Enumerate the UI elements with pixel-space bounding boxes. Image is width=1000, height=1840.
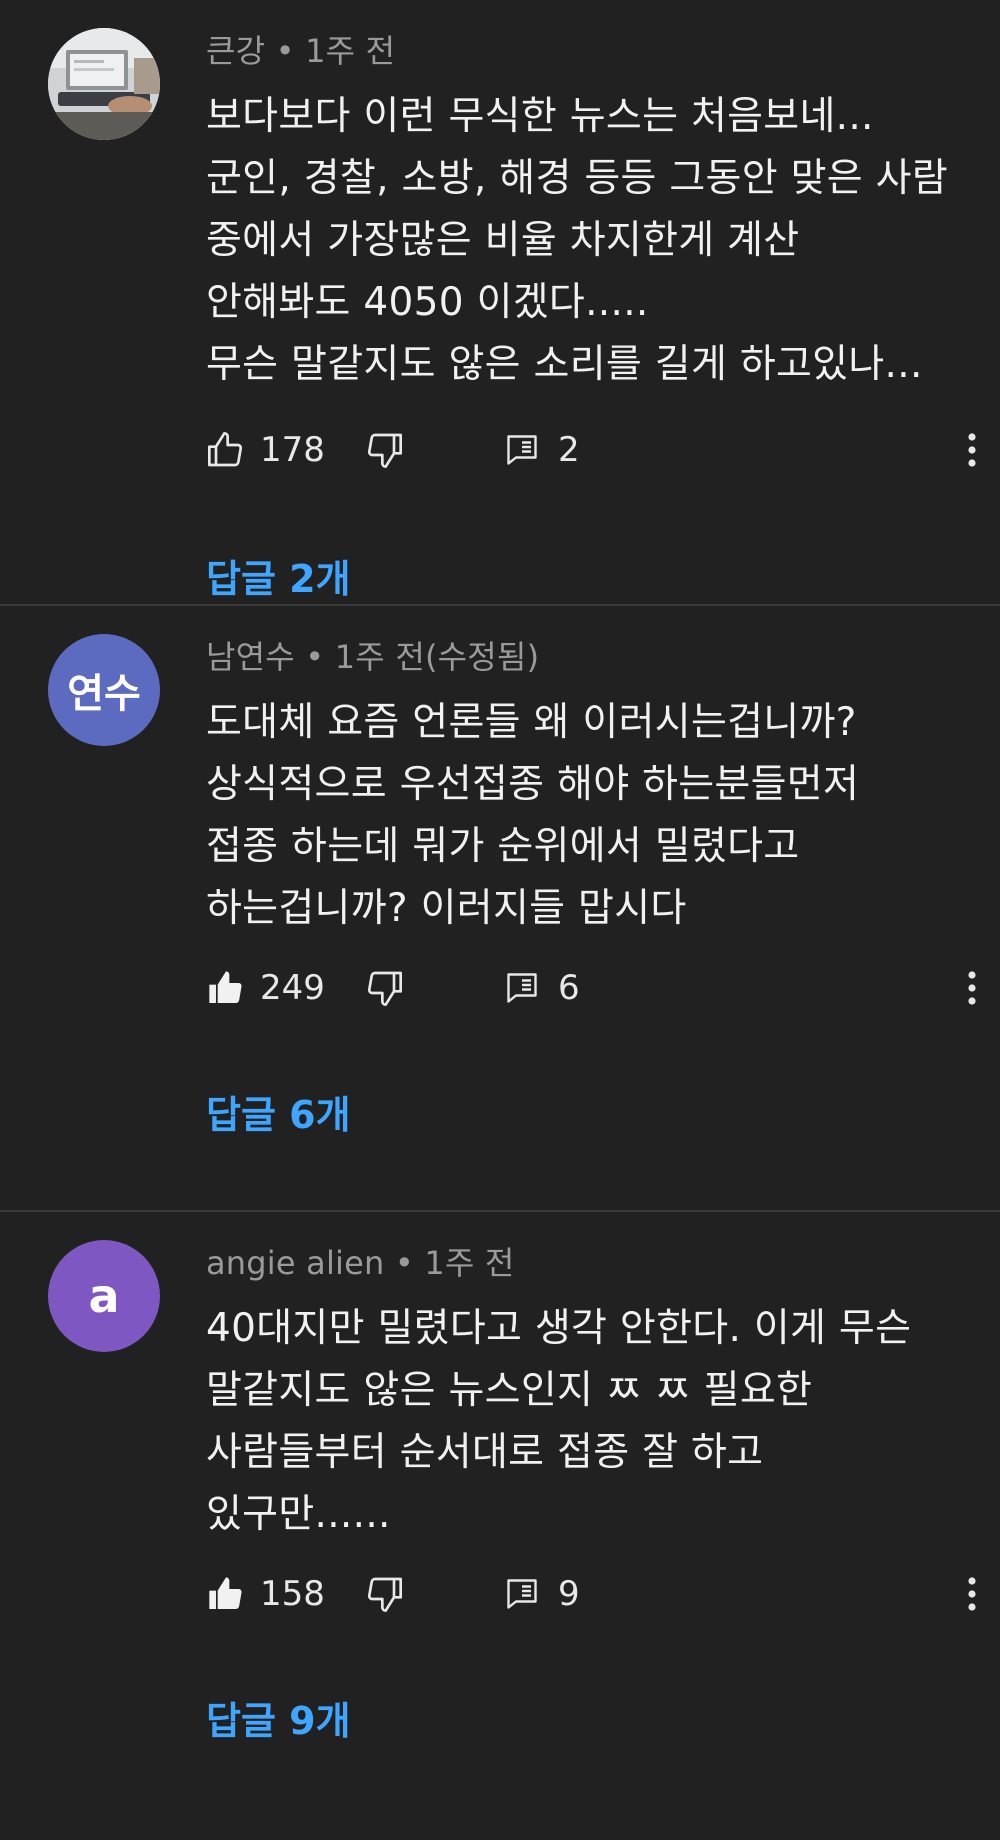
comment-text-line: 무슨 말같지도 않은 소리를 길게 하고있나... [206, 342, 923, 387]
dislike-button[interactable] [364, 1564, 404, 1624]
view-replies-link[interactable]: 답글 2개 [206, 548, 351, 603]
reply-button[interactable]: 6 [504, 958, 580, 1018]
view-replies-link[interactable]: 답글 9개 [206, 1690, 351, 1745]
more-vert-icon [968, 1577, 976, 1611]
more-options-button[interactable] [952, 958, 992, 1018]
comment-author[interactable]: 남연수 [206, 638, 295, 676]
like-button[interactable]: 178 [206, 420, 325, 480]
comment-time[interactable]: 1주 전(수정됨) [335, 638, 540, 676]
like-count: 249 [260, 968, 325, 1008]
comment-text-line: 하는겁니까? 이러지들 맙시다 [206, 886, 687, 931]
avatar[interactable]: 연수 [48, 634, 160, 746]
comment-meta: 남연수 • 1주 전(수정됨) [206, 632, 539, 678]
reply-count: 2 [558, 430, 580, 470]
like-button[interactable]: 249 [206, 958, 325, 1018]
comment-icon [507, 1579, 537, 1609]
reply-button[interactable]: 9 [504, 1564, 580, 1624]
comment-text: 보다보다 이런 무식한 뉴스는 처음보네... 군인, 경찰, 소방, 해경 등… [206, 86, 948, 396]
comment-text-line: 40대지만 밀렸다고 생각 안한다. 이게 무슨 [206, 1306, 912, 1351]
reply-count: 6 [558, 968, 580, 1008]
comment-text-line: 있구만...... [206, 1492, 391, 1537]
comment-meta: 큰강 • 1주 전 [206, 26, 395, 72]
like-count: 178 [260, 430, 325, 470]
avatar[interactable]: a [48, 1240, 160, 1352]
comment-text-line: 말같지도 않은 뉴스인지 ㅉ ㅉ 필요한 [206, 1368, 813, 1413]
avatar[interactable] [48, 28, 160, 140]
comment-thread: 연수 남연수 • 1주 전(수정됨) 도대체 요즘 언론들 왜 이러시는겁니까?… [0, 606, 1000, 1212]
more-vert-icon [968, 971, 976, 1005]
thumb-down-icon [367, 1577, 402, 1612]
comment-text: 40대지만 밀렸다고 생각 안한다. 이게 무슨 말같지도 않은 뉴스인지 ㅉ … [206, 1298, 911, 1546]
thumb-up-icon [209, 1577, 242, 1609]
more-options-button[interactable] [952, 420, 992, 480]
comment-text-line: 보다보다 이런 무식한 뉴스는 처음보네... [206, 94, 874, 139]
meta-separator: • [384, 1244, 425, 1282]
comment-text-line: 사람들부터 순서대로 접종 잘 하고 [206, 1430, 764, 1475]
view-replies-link[interactable]: 답글 6개 [206, 1084, 351, 1139]
more-options-button[interactable] [952, 1564, 992, 1624]
avatar-initials: 연수 [67, 671, 141, 717]
comment-actions: 158 9 [206, 1564, 986, 1624]
comment-time[interactable]: 1주 전 [424, 1244, 514, 1282]
thumb-up-icon [208, 432, 243, 467]
comment-text-line: 접종 하는데 뭐가 순위에서 밀렸다고 [206, 824, 800, 869]
thumb-down-icon [367, 971, 402, 1006]
comment-actions: 249 6 [206, 958, 986, 1018]
comment-thread: 큰강 • 1주 전 보다보다 이런 무식한 뉴스는 처음보네... 군인, 경찰… [0, 0, 1000, 606]
reply-count: 9 [558, 1574, 580, 1614]
comment-author[interactable]: angie alien [206, 1244, 385, 1282]
thumb-up-icon [209, 971, 242, 1003]
like-button[interactable]: 158 [206, 1564, 325, 1624]
comment-icon [507, 435, 537, 465]
meta-separator: • [265, 32, 306, 70]
comment-text: 도대체 요즘 언론들 왜 이러시는겁니까? 상식적으로 우선접종 해야 하는분들… [206, 692, 859, 940]
comment-meta: angie alien • 1주 전 [206, 1238, 515, 1284]
dislike-button[interactable] [364, 420, 404, 480]
like-count: 158 [260, 1574, 325, 1614]
reply-button[interactable]: 2 [504, 420, 580, 480]
comment-text-line: 안해봐도 4050 이겠다..... [206, 280, 649, 325]
comment-text-line: 중에서 가장많은 비율 차지한게 계산 [206, 218, 800, 263]
comment-text-line: 군인, 경찰, 소방, 해경 등등 그동안 맞은 사람 [206, 156, 949, 201]
avatar-initials: a [88, 1269, 120, 1323]
avatar-photo-image [48, 28, 160, 140]
comment-time[interactable]: 1주 전 [305, 32, 395, 70]
comment-thread: a angie alien • 1주 전 40대지만 밀렸다고 생각 안한다. … [0, 1212, 1000, 1840]
dislike-button[interactable] [364, 958, 404, 1018]
more-vert-icon [968, 433, 976, 467]
comment-actions: 178 2 [206, 420, 986, 480]
thumb-down-icon [367, 433, 402, 468]
meta-separator: • [294, 638, 335, 676]
comment-text-line: 상식적으로 우선접종 해야 하는분들먼저 [206, 762, 860, 807]
comment-icon [507, 973, 537, 1003]
comment-author[interactable]: 큰강 [206, 32, 265, 70]
comment-text-line: 도대체 요즘 언론들 왜 이러시는겁니까? [206, 700, 857, 745]
